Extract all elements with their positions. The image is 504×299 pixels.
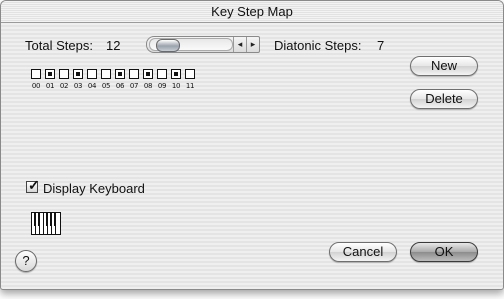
key-step-number: 07 — [129, 82, 139, 90]
steps-scroller[interactable]: ◂ ▸ — [146, 36, 260, 53]
cancel-button[interactable]: Cancel — [329, 242, 397, 262]
key-step-number: 11 — [185, 82, 195, 90]
ok-button[interactable]: OK — [410, 242, 478, 262]
key-step-number: 06 — [115, 82, 125, 90]
scroll-right-arrow-icon[interactable]: ▸ — [246, 37, 259, 52]
key-step-box[interactable] — [87, 69, 97, 79]
key-step-box[interactable] — [129, 69, 139, 79]
key-step-box[interactable] — [59, 69, 69, 79]
key-step-number: 00 — [31, 82, 41, 90]
keyboard-icon — [31, 212, 61, 235]
diatonic-steps-value: 7 — [377, 38, 385, 53]
key-step-box[interactable] — [115, 69, 125, 79]
checkmark-icon: ✓ — [28, 177, 40, 193]
key-step-number: 02 — [59, 82, 69, 90]
key-step-number: 03 — [73, 82, 83, 90]
help-button[interactable]: ? — [15, 250, 37, 272]
diatonic-steps-label: Diatonic Steps: — [274, 38, 362, 53]
total-steps-value: 12 — [106, 38, 121, 53]
scroll-left-arrow-icon[interactable]: ◂ — [233, 37, 246, 52]
key-step-number: 08 — [143, 82, 153, 90]
total-steps-label: Total Steps: — [25, 38, 93, 53]
key-step-box[interactable] — [45, 69, 55, 79]
key-step-box[interactable] — [31, 69, 41, 79]
delete-button[interactable]: Delete — [410, 89, 478, 109]
dialog-window: Key Step Map Total Steps: 12 ◂ ▸ Diatoni… — [0, 0, 504, 290]
key-step-number: 05 — [101, 82, 111, 90]
window-title: Key Step Map — [211, 4, 293, 19]
key-step-box[interactable] — [157, 69, 167, 79]
key-step-number: 01 — [45, 82, 55, 90]
key-step-number: 09 — [157, 82, 167, 90]
key-step-box[interactable] — [171, 69, 181, 79]
key-step-box[interactable] — [185, 69, 195, 79]
key-step-box[interactable] — [73, 69, 83, 79]
display-keyboard-label[interactable]: Display Keyboard — [43, 181, 145, 196]
key-step-box[interactable] — [143, 69, 153, 79]
title-bar[interactable]: Key Step Map — [1, 1, 503, 23]
scroll-thumb[interactable] — [156, 39, 180, 52]
key-step-box[interactable] — [101, 69, 111, 79]
new-button[interactable]: New — [410, 56, 478, 76]
display-keyboard-checkbox[interactable]: ✓ — [26, 177, 40, 193]
key-step-number: 10 — [171, 82, 181, 90]
scroll-track[interactable] — [149, 38, 233, 52]
key-step-number: 04 — [87, 82, 97, 90]
